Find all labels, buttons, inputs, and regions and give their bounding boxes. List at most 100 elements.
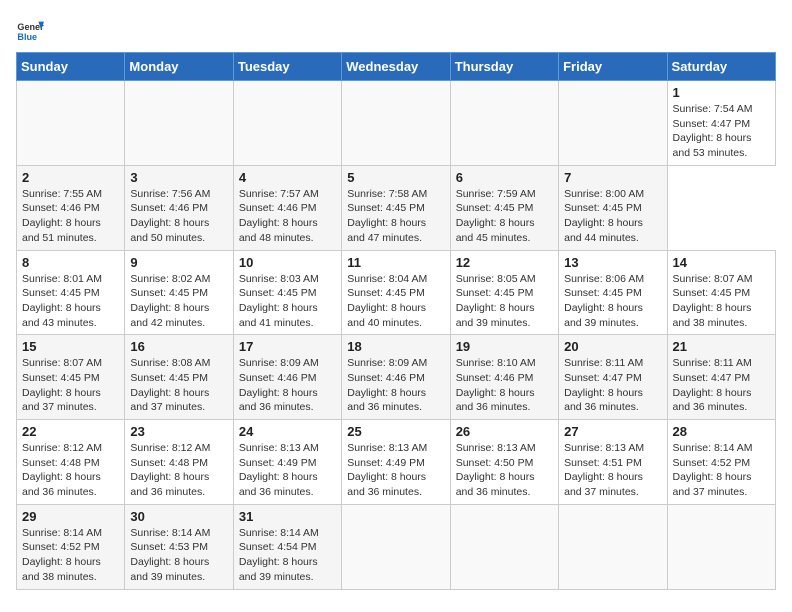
day-info: Sunrise: 7:55 AMSunset: 4:46 PMDaylight:…	[22, 187, 119, 246]
day-info: Sunrise: 7:58 AMSunset: 4:45 PMDaylight:…	[347, 187, 444, 246]
calendar-cell: 2 Sunrise: 7:55 AMSunset: 4:46 PMDayligh…	[17, 165, 125, 250]
calendar-cell: 30 Sunrise: 8:14 AMSunset: 4:53 PMDaylig…	[125, 504, 233, 589]
day-number: 23	[130, 424, 227, 439]
day-number: 25	[347, 424, 444, 439]
day-info: Sunrise: 8:14 AMSunset: 4:54 PMDaylight:…	[239, 526, 336, 585]
day-info: Sunrise: 7:56 AMSunset: 4:46 PMDaylight:…	[130, 187, 227, 246]
day-number: 3	[130, 170, 227, 185]
calendar-cell: 13 Sunrise: 8:06 AMSunset: 4:45 PMDaylig…	[559, 250, 667, 335]
calendar-cell	[233, 81, 341, 166]
calendar-cell: 25 Sunrise: 8:13 AMSunset: 4:49 PMDaylig…	[342, 420, 450, 505]
day-number: 9	[130, 255, 227, 270]
day-info: Sunrise: 8:11 AMSunset: 4:47 PMDaylight:…	[564, 356, 661, 415]
calendar-cell: 12 Sunrise: 8:05 AMSunset: 4:45 PMDaylig…	[450, 250, 558, 335]
day-number: 1	[673, 85, 770, 100]
weekday-header-thursday: Thursday	[450, 53, 558, 81]
day-info: Sunrise: 8:07 AMSunset: 4:45 PMDaylight:…	[673, 272, 770, 331]
day-number: 7	[564, 170, 661, 185]
day-number: 28	[673, 424, 770, 439]
header: General Blue	[16, 16, 776, 44]
day-number: 18	[347, 339, 444, 354]
day-number: 8	[22, 255, 119, 270]
calendar-cell	[450, 504, 558, 589]
logo-icon: General Blue	[16, 16, 44, 44]
day-info: Sunrise: 8:09 AMSunset: 4:46 PMDaylight:…	[239, 356, 336, 415]
calendar-cell: 15 Sunrise: 8:07 AMSunset: 4:45 PMDaylig…	[17, 335, 125, 420]
calendar-cell: 8 Sunrise: 8:01 AMSunset: 4:45 PMDayligh…	[17, 250, 125, 335]
calendar-cell: 5 Sunrise: 7:58 AMSunset: 4:45 PMDayligh…	[342, 165, 450, 250]
calendar-week-row: 15 Sunrise: 8:07 AMSunset: 4:45 PMDaylig…	[17, 335, 776, 420]
day-info: Sunrise: 8:14 AMSunset: 4:53 PMDaylight:…	[130, 526, 227, 585]
day-number: 12	[456, 255, 553, 270]
day-info: Sunrise: 8:09 AMSunset: 4:46 PMDaylight:…	[347, 356, 444, 415]
day-info: Sunrise: 8:14 AMSunset: 4:52 PMDaylight:…	[22, 526, 119, 585]
day-info: Sunrise: 7:57 AMSunset: 4:46 PMDaylight:…	[239, 187, 336, 246]
day-info: Sunrise: 8:02 AMSunset: 4:45 PMDaylight:…	[130, 272, 227, 331]
calendar-week-row: 8 Sunrise: 8:01 AMSunset: 4:45 PMDayligh…	[17, 250, 776, 335]
calendar-table: SundayMondayTuesdayWednesdayThursdayFrid…	[16, 52, 776, 590]
day-number: 27	[564, 424, 661, 439]
day-number: 31	[239, 509, 336, 524]
calendar-week-row: 2 Sunrise: 7:55 AMSunset: 4:46 PMDayligh…	[17, 165, 776, 250]
day-info: Sunrise: 8:07 AMSunset: 4:45 PMDaylight:…	[22, 356, 119, 415]
day-number: 10	[239, 255, 336, 270]
calendar-cell: 11 Sunrise: 8:04 AMSunset: 4:45 PMDaylig…	[342, 250, 450, 335]
day-info: Sunrise: 8:06 AMSunset: 4:45 PMDaylight:…	[564, 272, 661, 331]
day-info: Sunrise: 8:01 AMSunset: 4:45 PMDaylight:…	[22, 272, 119, 331]
calendar-cell	[125, 81, 233, 166]
day-info: Sunrise: 8:12 AMSunset: 4:48 PMDaylight:…	[130, 441, 227, 500]
weekday-header-friday: Friday	[559, 53, 667, 81]
calendar-cell: 4 Sunrise: 7:57 AMSunset: 4:46 PMDayligh…	[233, 165, 341, 250]
calendar-week-row: 1 Sunrise: 7:54 AMSunset: 4:47 PMDayligh…	[17, 81, 776, 166]
day-number: 21	[673, 339, 770, 354]
calendar-cell	[667, 504, 775, 589]
day-number: 16	[130, 339, 227, 354]
weekday-header-tuesday: Tuesday	[233, 53, 341, 81]
calendar-cell: 22 Sunrise: 8:12 AMSunset: 4:48 PMDaylig…	[17, 420, 125, 505]
day-info: Sunrise: 8:13 AMSunset: 4:49 PMDaylight:…	[347, 441, 444, 500]
calendar-cell	[450, 81, 558, 166]
calendar-cell: 20 Sunrise: 8:11 AMSunset: 4:47 PMDaylig…	[559, 335, 667, 420]
calendar-cell	[17, 81, 125, 166]
day-number: 24	[239, 424, 336, 439]
day-info: Sunrise: 8:04 AMSunset: 4:45 PMDaylight:…	[347, 272, 444, 331]
day-info: Sunrise: 8:11 AMSunset: 4:47 PMDaylight:…	[673, 356, 770, 415]
calendar-cell: 31 Sunrise: 8:14 AMSunset: 4:54 PMDaylig…	[233, 504, 341, 589]
calendar-cell: 18 Sunrise: 8:09 AMSunset: 4:46 PMDaylig…	[342, 335, 450, 420]
calendar-cell: 1 Sunrise: 7:54 AMSunset: 4:47 PMDayligh…	[667, 81, 775, 166]
weekday-header-row: SundayMondayTuesdayWednesdayThursdayFrid…	[17, 53, 776, 81]
calendar-cell	[342, 504, 450, 589]
day-info: Sunrise: 8:13 AMSunset: 4:50 PMDaylight:…	[456, 441, 553, 500]
day-number: 13	[564, 255, 661, 270]
calendar-cell: 10 Sunrise: 8:03 AMSunset: 4:45 PMDaylig…	[233, 250, 341, 335]
day-info: Sunrise: 8:03 AMSunset: 4:45 PMDaylight:…	[239, 272, 336, 331]
day-number: 19	[456, 339, 553, 354]
day-number: 11	[347, 255, 444, 270]
calendar-cell	[559, 504, 667, 589]
day-number: 4	[239, 170, 336, 185]
calendar-cell: 27 Sunrise: 8:13 AMSunset: 4:51 PMDaylig…	[559, 420, 667, 505]
day-number: 29	[22, 509, 119, 524]
calendar-cell: 7 Sunrise: 8:00 AMSunset: 4:45 PMDayligh…	[559, 165, 667, 250]
calendar-cell: 6 Sunrise: 7:59 AMSunset: 4:45 PMDayligh…	[450, 165, 558, 250]
day-number: 17	[239, 339, 336, 354]
day-info: Sunrise: 8:13 AMSunset: 4:51 PMDaylight:…	[564, 441, 661, 500]
svg-text:Blue: Blue	[17, 32, 37, 42]
weekday-header-sunday: Sunday	[17, 53, 125, 81]
day-info: Sunrise: 8:08 AMSunset: 4:45 PMDaylight:…	[130, 356, 227, 415]
calendar-cell: 9 Sunrise: 8:02 AMSunset: 4:45 PMDayligh…	[125, 250, 233, 335]
calendar-cell	[559, 81, 667, 166]
calendar-cell: 16 Sunrise: 8:08 AMSunset: 4:45 PMDaylig…	[125, 335, 233, 420]
weekday-header-saturday: Saturday	[667, 53, 775, 81]
calendar-week-row: 22 Sunrise: 8:12 AMSunset: 4:48 PMDaylig…	[17, 420, 776, 505]
calendar-cell	[342, 81, 450, 166]
day-number: 30	[130, 509, 227, 524]
day-info: Sunrise: 7:59 AMSunset: 4:45 PMDaylight:…	[456, 187, 553, 246]
day-number: 20	[564, 339, 661, 354]
day-number: 6	[456, 170, 553, 185]
day-info: Sunrise: 8:12 AMSunset: 4:48 PMDaylight:…	[22, 441, 119, 500]
calendar-cell: 29 Sunrise: 8:14 AMSunset: 4:52 PMDaylig…	[17, 504, 125, 589]
calendar-week-row: 29 Sunrise: 8:14 AMSunset: 4:52 PMDaylig…	[17, 504, 776, 589]
calendar-cell: 3 Sunrise: 7:56 AMSunset: 4:46 PMDayligh…	[125, 165, 233, 250]
calendar-cell: 24 Sunrise: 8:13 AMSunset: 4:49 PMDaylig…	[233, 420, 341, 505]
